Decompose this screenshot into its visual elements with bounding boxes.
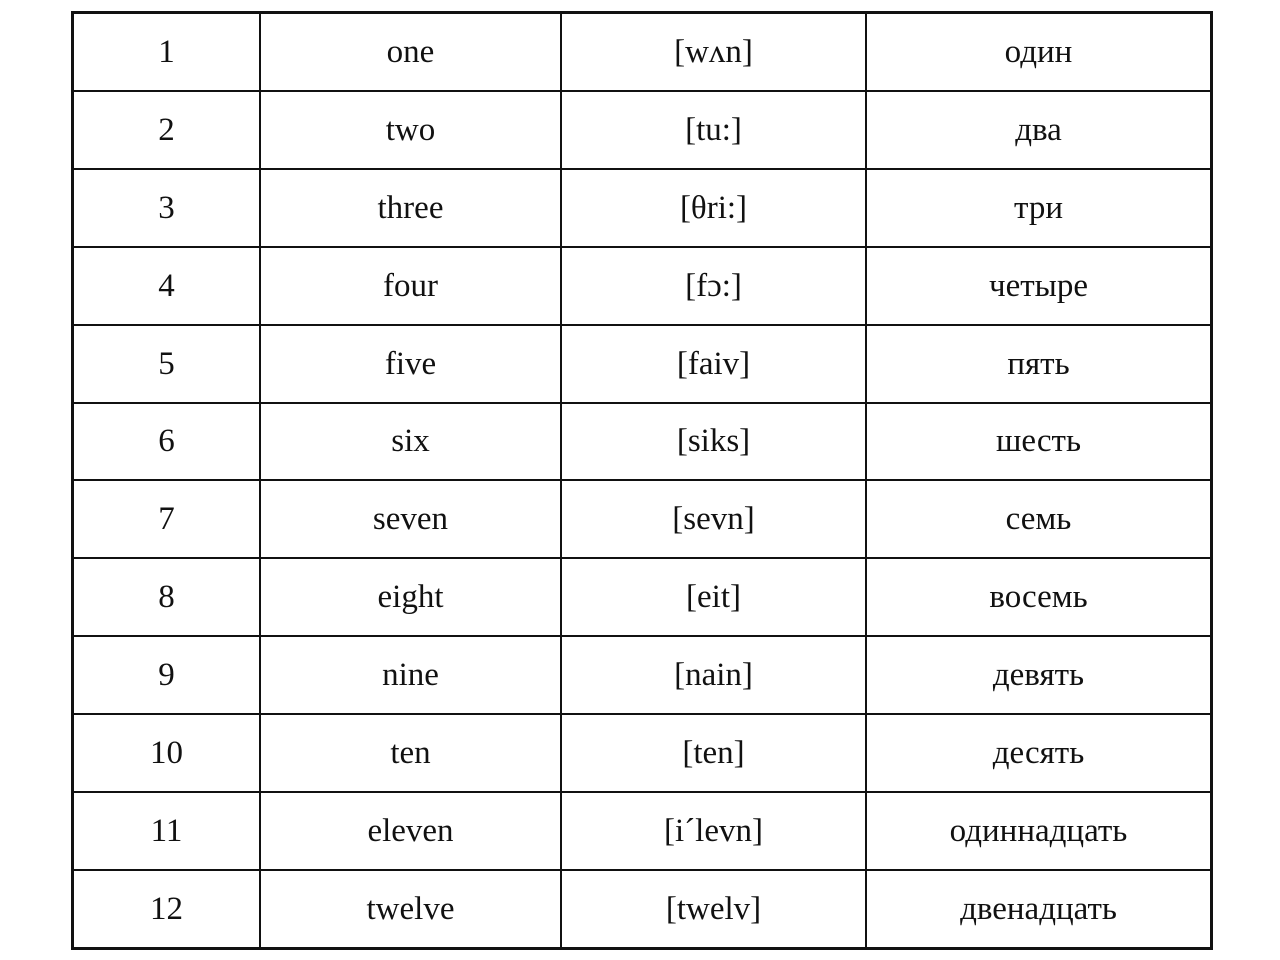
cell-russian-word: восемь <box>865 557 1213 638</box>
cell-english-word: four <box>259 246 562 326</box>
table-row: 6 six [siks] шесть <box>71 401 1213 482</box>
cell-index: 2 <box>71 90 261 171</box>
cell-index: 8 <box>71 557 261 638</box>
cell-english-word: three <box>259 168 562 248</box>
cell-index: 1 <box>71 11 261 93</box>
cell-russian-word: четыре <box>865 246 1213 326</box>
cell-english-word: ten <box>259 712 562 793</box>
cell-transcription: [tu:] <box>560 90 867 171</box>
cell-index: 5 <box>71 323 261 404</box>
cell-english-word: one <box>259 11 562 93</box>
cell-english-word: five <box>259 323 562 404</box>
cell-transcription: [nain] <box>560 635 867 715</box>
cell-transcription: [wʌn] <box>560 11 867 93</box>
cell-english-word: nine <box>259 635 562 715</box>
table-row: 5 five [faiv] пять <box>71 323 1213 404</box>
cell-index: 7 <box>71 479 261 560</box>
cell-russian-word: двенадцать <box>865 868 1213 950</box>
cell-russian-word: три <box>865 168 1213 248</box>
table-row: 3 three [θri:] три <box>71 168 1213 248</box>
table-row: 12 twelve [twelv] двенадцать <box>71 868 1213 950</box>
cell-transcription: [ten] <box>560 712 867 793</box>
cell-russian-word: шесть <box>865 401 1213 482</box>
cell-transcription: [faiv] <box>560 323 867 404</box>
table-row: 10 ten [ten] десять <box>71 712 1213 793</box>
cell-english-word: eight <box>259 557 562 638</box>
cell-russian-word: семь <box>865 479 1213 560</box>
cell-transcription: [twelv] <box>560 868 867 950</box>
cell-transcription: [θri:] <box>560 168 867 248</box>
cell-index: 4 <box>71 246 261 326</box>
cell-transcription: [eit] <box>560 557 867 638</box>
cell-index: 9 <box>71 635 261 715</box>
numbers-table-container: 1 one [wʌn] один 2 two [tu:] два 3 three [θri:] три… <box>71 11 1213 950</box>
cell-transcription: [i´levn] <box>560 790 867 871</box>
table-row: 8 eight [eit] восемь <box>71 557 1213 638</box>
cell-index: 3 <box>71 168 261 248</box>
cell-russian-word: пять <box>865 323 1213 404</box>
english-russian-numbers-table: 1 one [wʌn] один 2 two [tu:] два 3 three [θri:] три… <box>71 11 1213 950</box>
cell-russian-word: одиннадцать <box>865 790 1213 871</box>
cell-english-word: two <box>259 90 562 171</box>
table-row: 7 seven [sevn] семь <box>71 479 1213 560</box>
table-body: 1 one [wʌn] один 2 two [tu:] два 3 three [θri:] три… <box>71 11 1213 950</box>
cell-transcription: [fɔ:] <box>560 246 867 326</box>
cell-russian-word: десять <box>865 712 1213 793</box>
table-row: 1 one [wʌn] один <box>71 11 1213 93</box>
table-row: 9 nine [nain] девять <box>71 635 1213 715</box>
cell-english-word: eleven <box>259 790 562 871</box>
cell-english-word: twelve <box>259 868 562 950</box>
cell-index: 10 <box>71 712 261 793</box>
table-row: 11 eleven [i´levn] одиннадцать <box>71 790 1213 871</box>
cell-transcription: [siks] <box>560 401 867 482</box>
cell-english-word: seven <box>259 479 562 560</box>
cell-index: 6 <box>71 401 261 482</box>
table-row: 2 two [tu:] два <box>71 90 1213 171</box>
cell-russian-word: один <box>865 11 1213 93</box>
cell-english-word: six <box>259 401 562 482</box>
cell-index: 11 <box>71 790 261 871</box>
cell-transcription: [sevn] <box>560 479 867 560</box>
cell-russian-word: два <box>865 90 1213 171</box>
cell-index: 12 <box>71 868 261 950</box>
cell-russian-word: девять <box>865 635 1213 715</box>
table-row: 4 four [fɔ:] четыре <box>71 246 1213 326</box>
